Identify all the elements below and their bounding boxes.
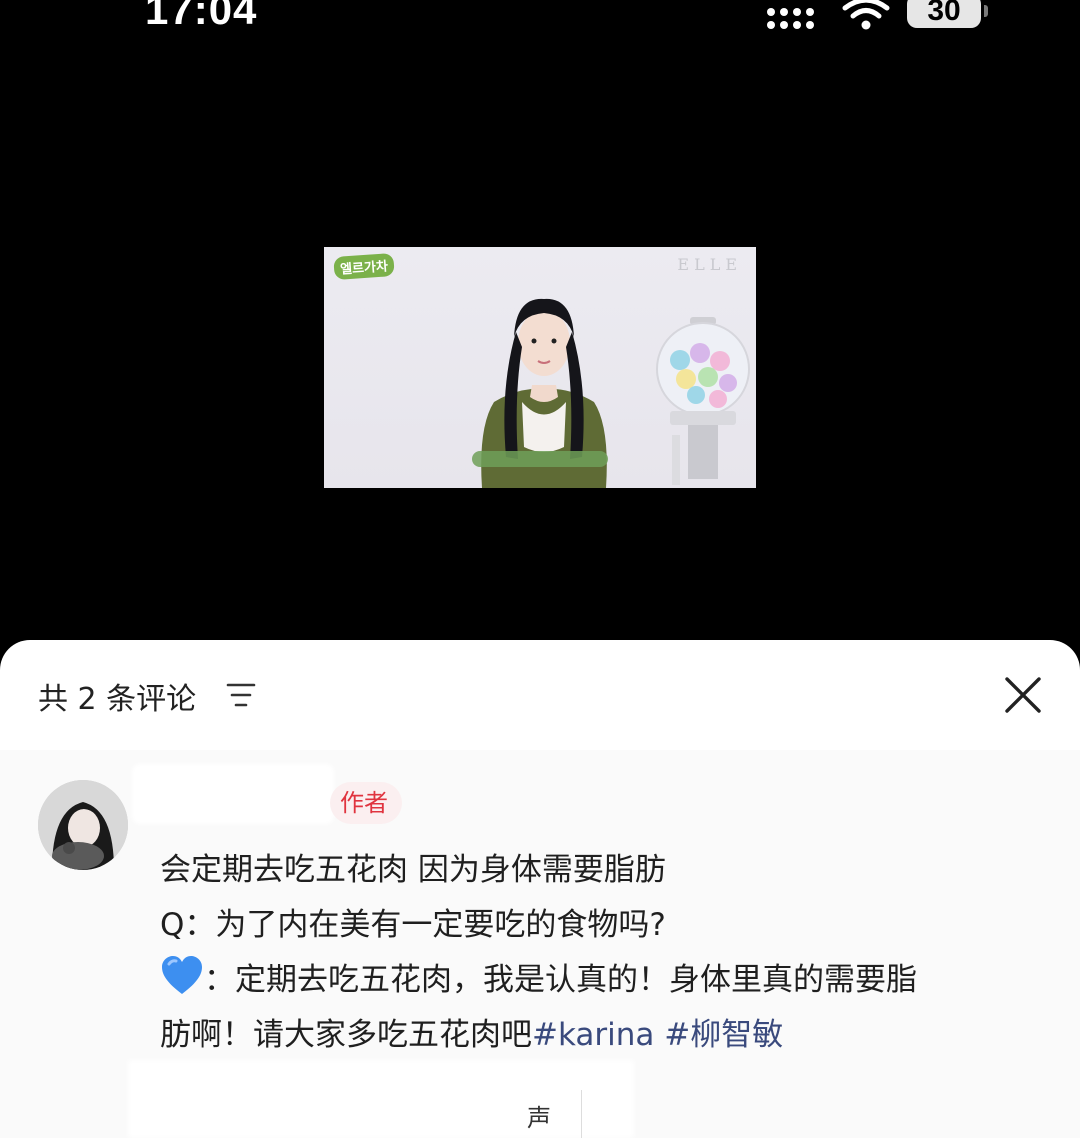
comment-count-title: 共 2 条评论 — [38, 682, 197, 717]
status-bar: 17:04 30 — [0, 0, 1080, 40]
subtitle-bar — [472, 451, 608, 467]
show-logo: 엘르가차 — [333, 252, 395, 281]
comment-footer-redacted — [128, 1060, 634, 1138]
footer-divider — [581, 1090, 582, 1138]
comment-line-text: ：定期去吃五花肉，我是认真的！身体里真的需要脂 — [204, 962, 917, 998]
blue-heart-icon — [162, 956, 202, 994]
comment-list: 作者 会定期去吃五花肉 因为身体需要脂肪 Q：为了内在美有一定要吃的食物吗? ：… — [0, 750, 1080, 1138]
comment-line: 会定期去吃五花肉 因为身体需要脂肪 — [160, 852, 666, 888]
wifi-icon — [842, 0, 890, 30]
brand-logo: ELLE — [677, 255, 742, 274]
battery-level: 30 — [927, 0, 961, 27]
username-redacted — [132, 764, 334, 824]
comment-sheet-header: 共 2 条评论 — [0, 640, 1080, 750]
battery-indicator: 30 — [907, 0, 988, 28]
video-thumbnail[interactable]: 엘르가차 ELLE — [324, 247, 756, 488]
gumball-machine — [656, 317, 750, 485]
close-x-icon[interactable] — [1003, 675, 1043, 715]
hashtag-link[interactable]: #karina — [532, 1017, 654, 1053]
status-time: 17:04 — [145, 0, 258, 33]
comment-sheet: 共 2 条评论 作者 会定期去吃五花肉 因为身体需要脂肪 Q：为了内在美有一定要… — [0, 640, 1080, 1138]
comment-footer-text: 声 — [527, 1104, 551, 1132]
comment-line: 肪啊！请大家多吃五花肉吧#karina #柳智敏 — [160, 1008, 1040, 1063]
comment-line: ：定期去吃五花肉，我是认真的！身体里真的需要脂 — [160, 953, 1040, 1008]
comment-line-text: 肪啊！请大家多吃五花肉吧 — [160, 1017, 532, 1053]
signal-bars-icon — [767, 8, 814, 29]
comment-text: 会定期去吃五花肉 因为身体需要脂肪 Q：为了内在美有一定要吃的食物吗? ：定期去… — [160, 843, 1040, 1063]
comment-line: Q：为了内在美有一定要吃的食物吗? — [160, 907, 666, 943]
author-badge: 作者 — [330, 782, 402, 824]
avatar[interactable] — [38, 780, 128, 870]
sort-lines-icon[interactable] — [226, 682, 256, 708]
hashtag-link[interactable]: #柳智敏 — [664, 1017, 783, 1053]
